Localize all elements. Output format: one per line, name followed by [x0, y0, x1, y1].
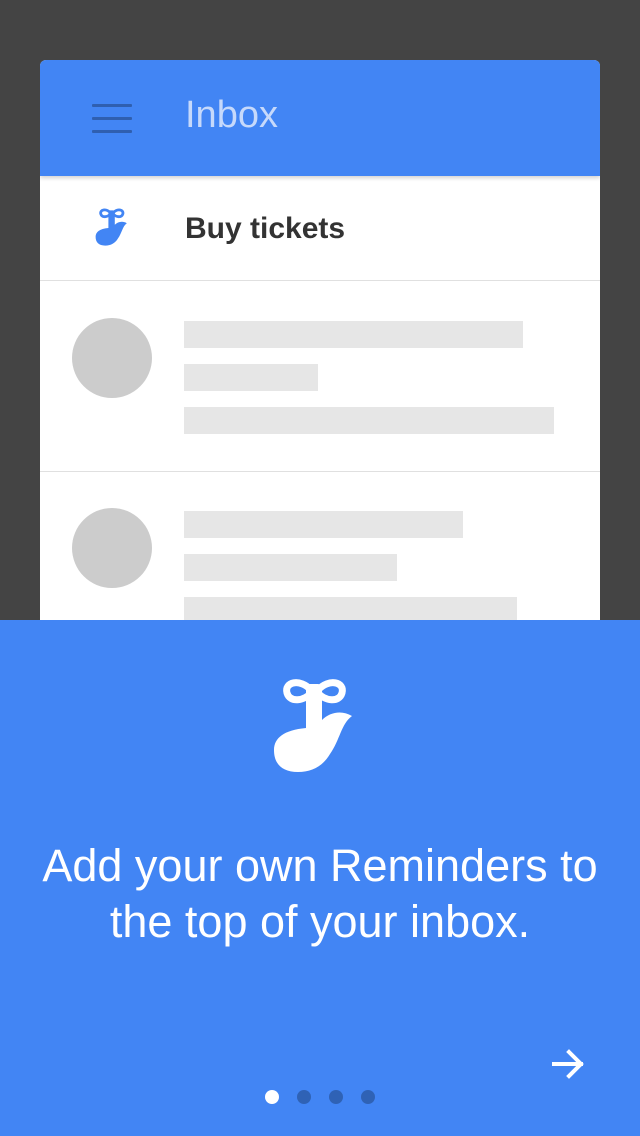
page-dot[interactable]	[361, 1090, 375, 1104]
mail-row-placeholder	[40, 281, 600, 472]
placeholder-line	[184, 321, 523, 348]
placeholder-line	[184, 364, 318, 391]
onboarding-message: Add your own Reminders to the top of you…	[42, 840, 598, 947]
reminder-row[interactable]: Buy tickets	[40, 176, 600, 281]
app-title: Inbox	[185, 94, 278, 136]
page-dot[interactable]	[265, 1090, 279, 1104]
menu-icon[interactable]	[92, 104, 132, 134]
avatar	[72, 508, 152, 588]
placeholder-line	[184, 511, 463, 538]
reminder-finger-icon	[95, 208, 127, 246]
inbox-preview-card: Inbox Buy tickets	[40, 60, 600, 660]
reminder-title: Buy tickets	[185, 212, 346, 245]
avatar	[72, 318, 152, 398]
page-dot[interactable]	[329, 1090, 343, 1104]
page-dot[interactable]	[297, 1090, 311, 1104]
app-bar: Inbox	[40, 60, 600, 176]
onboarding-panel: Add your own Reminders to the top of you…	[0, 620, 640, 1136]
page-indicator	[0, 1090, 640, 1104]
placeholder-line	[184, 407, 554, 434]
reminder-finger-icon	[274, 679, 352, 772]
placeholder-line	[184, 554, 397, 581]
arrow-right-icon[interactable]	[548, 1044, 588, 1084]
